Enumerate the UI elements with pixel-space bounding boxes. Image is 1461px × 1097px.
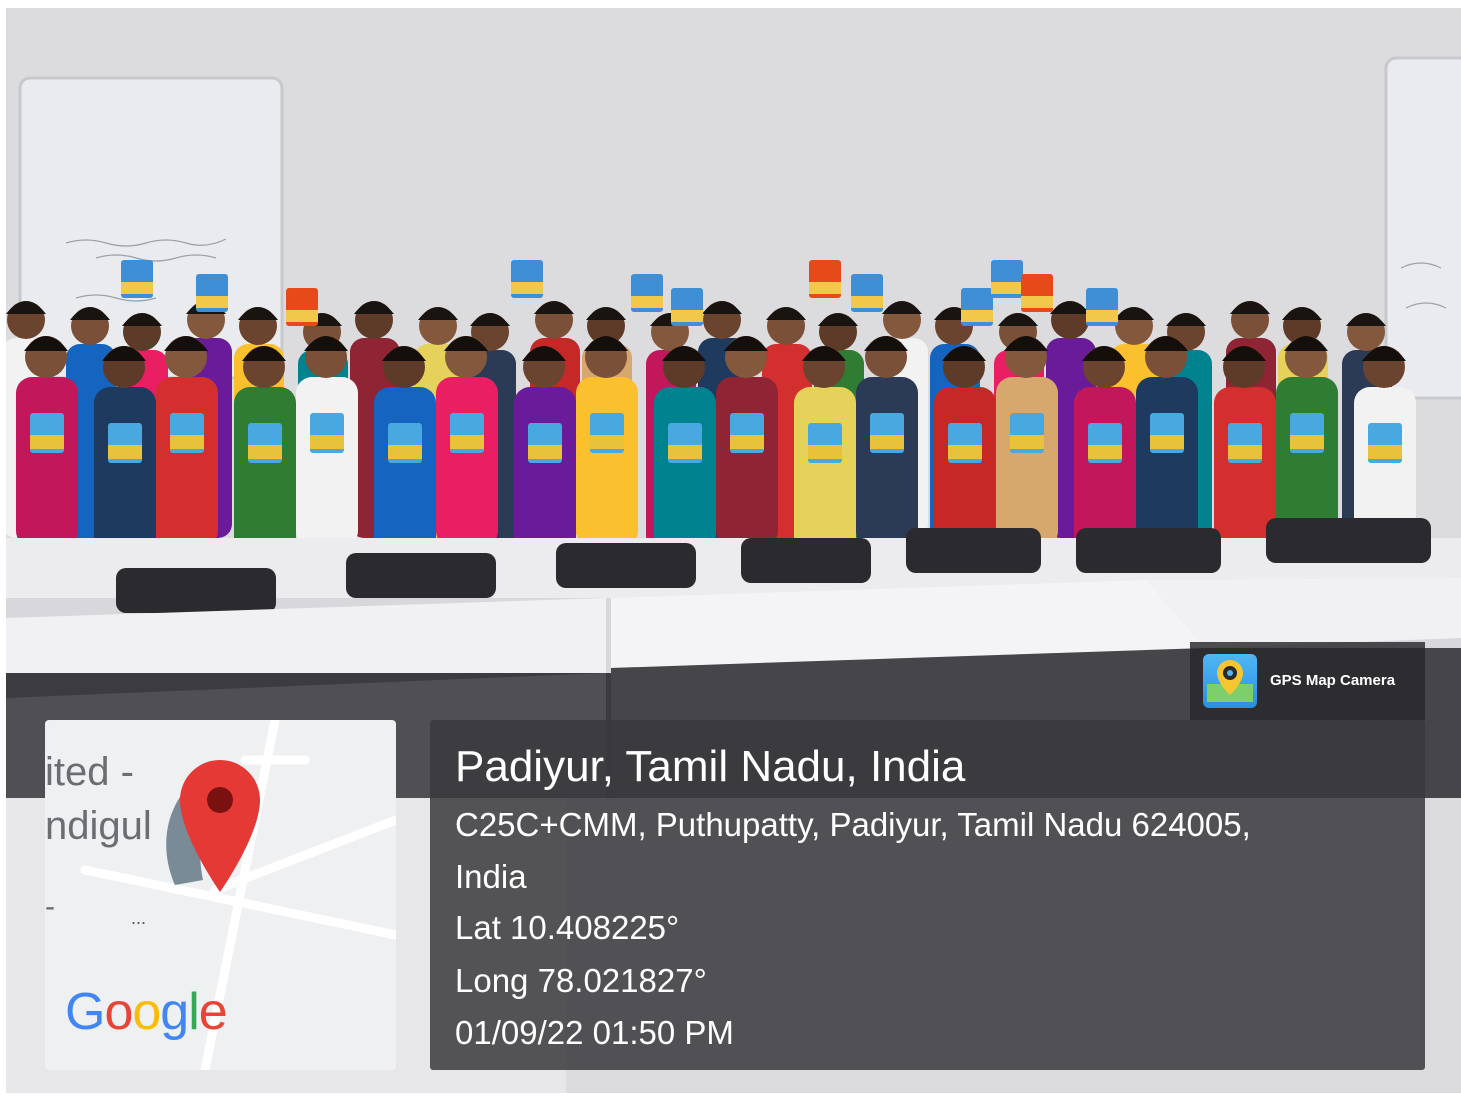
snack-packet-label: [450, 435, 484, 449]
snack-packet-label: [870, 435, 904, 449]
snack-packet-label: [1150, 435, 1184, 449]
snack-packet-label: [170, 435, 204, 449]
chair: [741, 538, 871, 583]
google-logo-letter: e: [198, 983, 228, 1041]
whiteboard-right: [1384, 56, 1461, 400]
google-logo-letter: o: [104, 983, 133, 1041]
student: [576, 377, 638, 547]
timestamp-text: 01/09/22 01:50 PM: [455, 1014, 734, 1051]
student: [374, 387, 436, 557]
snack-packet-label: [668, 445, 702, 459]
snack-packet-label: [30, 435, 64, 449]
google-logo-letter: o: [132, 983, 161, 1041]
google-logo-letter: G: [65, 983, 105, 1041]
student: [654, 387, 716, 557]
raised-snack-packet-label: [961, 310, 993, 322]
student: [716, 377, 778, 547]
chair: [556, 543, 696, 588]
google-logo: Google: [65, 982, 228, 1042]
snack-packet-label: [1088, 445, 1122, 459]
raised-snack-packet-label: [671, 310, 703, 322]
raised-snack-packet-label: [1086, 310, 1118, 322]
map-place-label: ited -: [45, 750, 134, 794]
raised-snack-packet-label: [121, 282, 153, 294]
google-logo-letter: g: [160, 983, 189, 1041]
raised-snack-packet-label: [286, 310, 318, 322]
snack-packet-label: [808, 445, 842, 459]
snack-packet-label: [310, 435, 344, 449]
student: [16, 377, 78, 547]
student: [856, 377, 918, 547]
student: [436, 377, 498, 547]
raised-snack-packet-label: [511, 282, 543, 294]
raised-snack-packet-label: [809, 282, 841, 294]
student: [296, 377, 358, 547]
snack-packet-label: [388, 445, 422, 459]
chair: [1266, 518, 1431, 563]
location-info-panel: Padiyur, Tamil Nadu, India C25C+CMM, Put…: [430, 720, 1425, 1070]
snack-packet-label: [1228, 445, 1262, 459]
address-line: C25C+CMM, Puthupatty, Padiyur, Tamil Nad…: [455, 806, 1251, 843]
snack-packet-label: [528, 445, 562, 459]
latitude-text: Lat 10.408225°: [455, 909, 680, 946]
longitude-text: Long 78.021827°: [455, 962, 707, 999]
gps-map-camera-label: GPS Map Camera: [1270, 672, 1396, 689]
raised-snack-packet-label: [1021, 296, 1053, 308]
address-line: India: [455, 858, 527, 895]
student: [514, 387, 576, 557]
student: [234, 387, 296, 557]
snack-packet-label: [248, 445, 282, 459]
map-place-label: ndigul: [45, 804, 152, 848]
map-dots: ...: [131, 908, 147, 928]
student: [94, 387, 156, 557]
student: [1136, 377, 1198, 547]
snack-packet-label: [730, 435, 764, 449]
student: [156, 377, 218, 547]
snack-packet-label: [1290, 435, 1324, 449]
chair: [116, 568, 276, 613]
snack-packet-label: [590, 435, 624, 449]
raised-snack-packet-label: [631, 296, 663, 308]
gps-map-camera-app-icon: [1203, 654, 1257, 708]
chair: [1076, 528, 1221, 573]
photo-frame: GPS Map Camera ited - ndigul - ... Googl…: [0, 0, 1461, 1097]
snack-packet-label: [108, 445, 142, 459]
google-logo-letter: l: [188, 983, 200, 1041]
chair: [346, 553, 496, 598]
raised-snack-packet-label: [991, 282, 1023, 294]
student: [794, 387, 856, 557]
chair: [906, 528, 1041, 573]
raised-snack-packet-label: [196, 296, 228, 308]
student: [996, 377, 1058, 547]
map-place-label: -: [45, 890, 55, 923]
location-title: Padiyur, Tamil Nadu, India: [455, 742, 966, 791]
snack-packet-label: [1368, 445, 1402, 459]
snack-packet-label: [1010, 435, 1044, 449]
mini-map: ited - ndigul - ... Google: [45, 720, 396, 1070]
snack-packet-label: [948, 445, 982, 459]
raised-snack-packet-label: [851, 296, 883, 308]
